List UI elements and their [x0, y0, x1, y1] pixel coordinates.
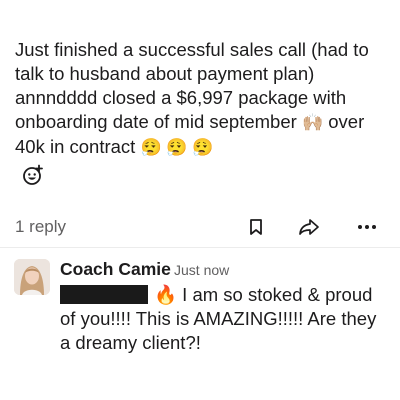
more-horizontal-icon [358, 225, 376, 229]
message-line: onboarding date of mid september 🙌🏼 over [15, 110, 387, 135]
avatar[interactable] [14, 259, 50, 295]
raised-hands-emoji: 🙌🏼 [301, 113, 324, 132]
message-line: annndddd closed a $6,997 package with [15, 87, 347, 108]
fire-emoji: 🔥 [154, 284, 178, 305]
thread-divider [0, 247, 400, 248]
reply-line: a dreamy client?! [60, 332, 201, 353]
exhale-emoji-group: 😮‍💨 😮‍💨 😮‍💨 [140, 138, 214, 157]
message-text: 40k in contract [15, 136, 136, 157]
reply-text: I am so stoked & proud [177, 284, 373, 305]
avatar-photo [14, 259, 50, 295]
message-line: talk to husband about payment plan) [15, 63, 315, 84]
reply-body: 🔥 I am so stoked & proud of you!!!! This… [60, 283, 390, 355]
message-line: Just finished a successful sales call (h… [15, 39, 369, 60]
message-line: 40k in contract 😮‍💨 😮‍💨 😮‍💨 [15, 135, 387, 160]
more-actions-button[interactable] [356, 216, 378, 238]
message-text: over [323, 111, 365, 132]
share-arrow-icon [299, 219, 319, 235]
message-body: Just finished a successful sales call (h… [15, 38, 387, 160]
reply-count-link[interactable]: 1 reply [15, 217, 66, 237]
add-reaction-button[interactable] [22, 164, 44, 186]
message-actions-bar: 1 reply [0, 212, 400, 242]
reply-author[interactable]: Coach Camie [60, 259, 171, 280]
reply-timestamp[interactable]: Just now [174, 262, 229, 278]
bookmark-button[interactable] [245, 216, 267, 238]
add-reaction-icon [23, 164, 43, 185]
message-text: onboarding date of mid september [15, 111, 297, 132]
bookmark-icon [250, 219, 262, 235]
reply-line: of you!!!! This is AMAZING!!!!! Are they [60, 308, 377, 329]
share-button[interactable] [298, 216, 320, 238]
reply-line: 🔥 I am so stoked & proud [60, 283, 390, 307]
redacted-mention [60, 285, 148, 304]
